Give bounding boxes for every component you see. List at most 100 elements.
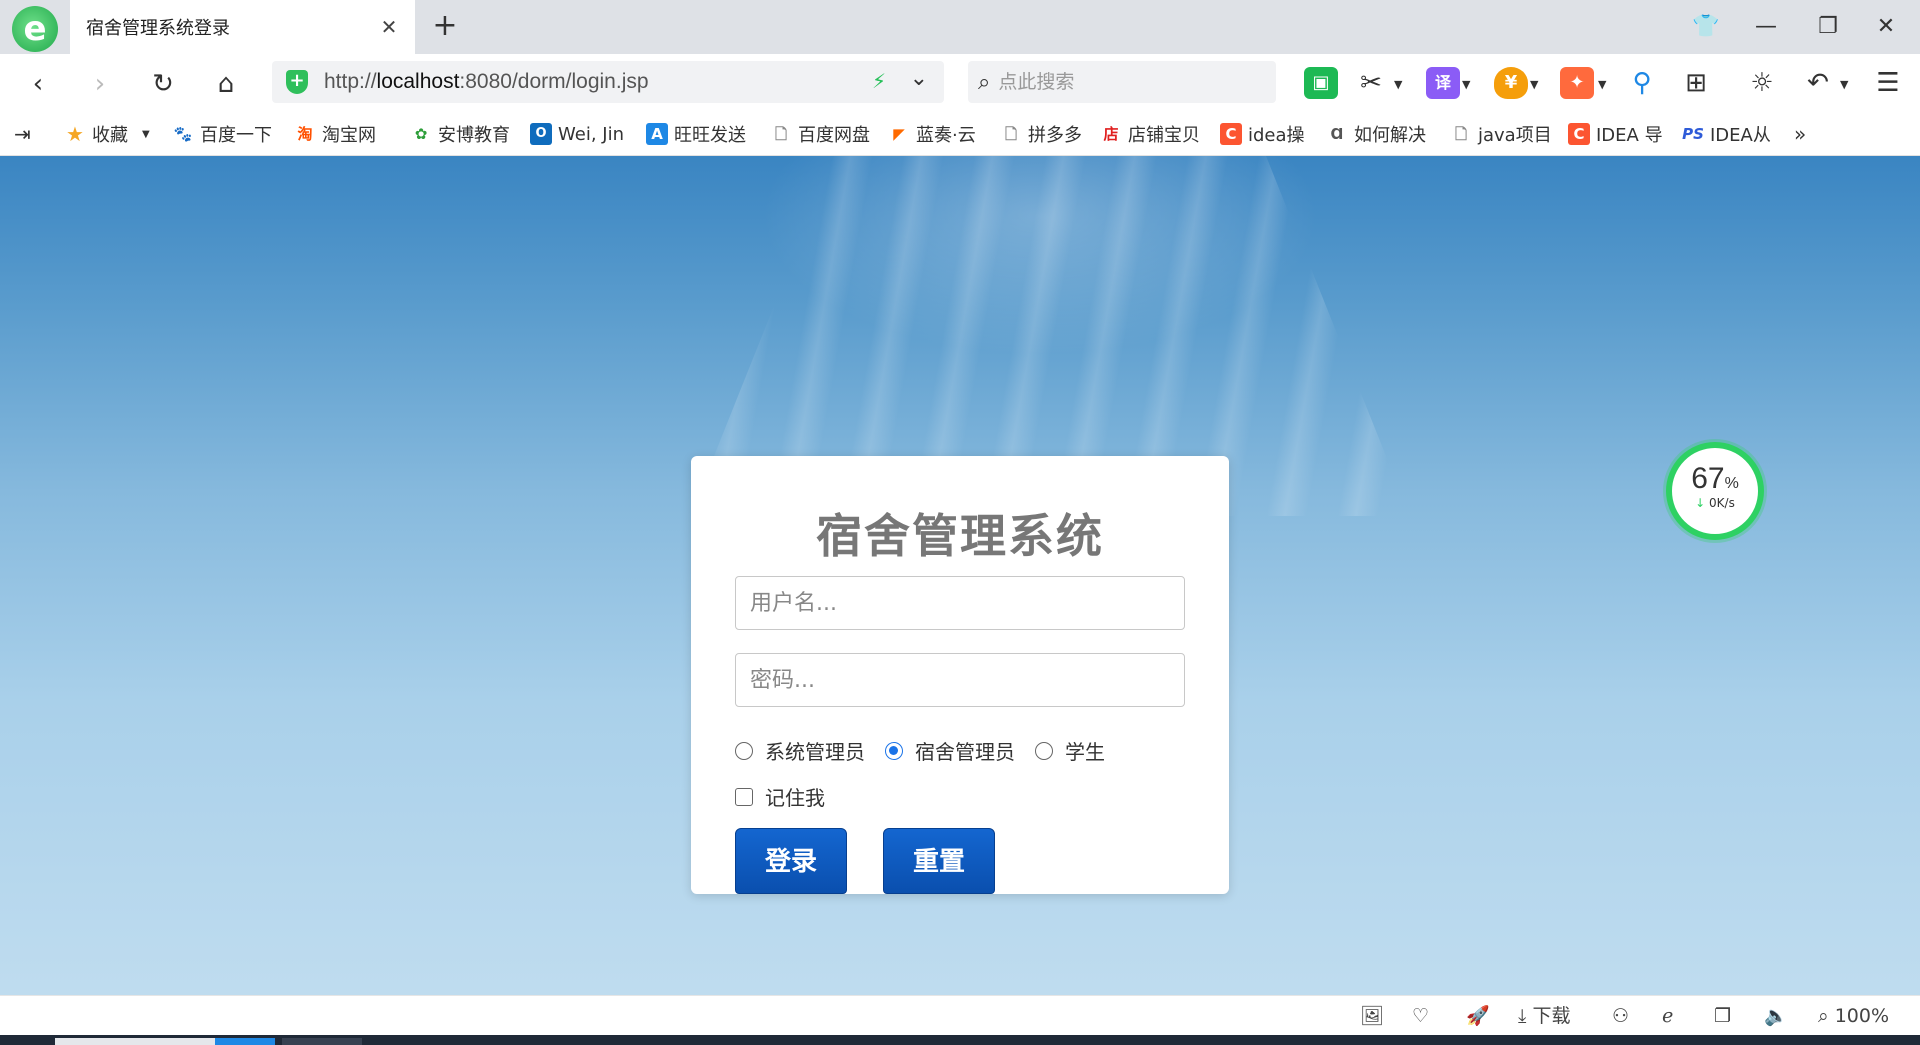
chevron-down-icon[interactable]: ▼: [1462, 78, 1472, 91]
bookmark-lanzou[interactable]: ◤ 蓝奏·云: [888, 121, 978, 147]
role-student[interactable]: 学生: [1035, 736, 1105, 765]
bookmark-label: 如何解决: [1354, 125, 1426, 146]
rocket-icon[interactable]: 🚀: [1466, 1004, 1490, 1028]
undo-icon[interactable]: ↶: [1800, 66, 1836, 100]
page-icon: 🗋: [1004, 125, 1018, 143]
network-speed-widget[interactable]: 67% ↓ 0K/s: [1666, 442, 1764, 540]
remember-me[interactable]: 记住我: [735, 782, 825, 811]
sidebar-toggle-icon[interactable]: ⇥: [14, 121, 31, 147]
search-person-icon: Ɑ: [1330, 125, 1344, 143]
radio-button-selected[interactable]: [885, 741, 903, 760]
forward-button[interactable]: ›: [80, 64, 120, 104]
role-system-admin[interactable]: 系统管理员: [735, 736, 865, 765]
chevron-down-icon[interactable]: ⌄: [910, 66, 928, 91]
bookmark-anbo[interactable]: ✿ 安博教育: [410, 121, 510, 147]
url-text[interactable]: http://localhost:8080/dorm/login.jsp: [324, 70, 649, 94]
reader-extension-icon[interactable]: ▣: [1304, 67, 1338, 99]
scissors-icon[interactable]: ✂: [1356, 66, 1386, 100]
chevron-down-icon[interactable]: ▼: [1530, 78, 1540, 91]
translate-extension-icon[interactable]: 译: [1426, 67, 1460, 99]
taskbar-item[interactable]: [282, 1038, 362, 1045]
lightning-icon[interactable]: ⚡: [872, 69, 886, 93]
new-tab-button[interactable]: +: [428, 10, 462, 44]
bookmark-label: 百度网盘: [798, 125, 870, 146]
gear-flower-icon: ✿: [414, 125, 428, 143]
reload-button[interactable]: ↻: [143, 64, 183, 104]
role-dorm-admin[interactable]: 宿舍管理员: [885, 736, 1015, 765]
background-glow: [760, 156, 1320, 356]
search-box[interactable]: ⌕: [968, 61, 1276, 103]
url-path: :8080/dorm/login.jsp: [459, 70, 649, 93]
remember-checkbox[interactable]: [735, 787, 753, 806]
speaker-icon[interactable]: 🔈: [1764, 1004, 1788, 1028]
bookmark-favorites[interactable]: ★ 收藏 ▼: [64, 121, 164, 147]
page-icon: 🗋: [1454, 125, 1468, 143]
coupon-extension-icon[interactable]: ¥: [1494, 67, 1528, 99]
bookmark-baidu-pan[interactable]: 🗋 百度网盘: [770, 121, 870, 147]
security-shield-icon[interactable]: +: [286, 70, 308, 94]
health-heart-icon[interactable]: ♡: [1412, 1004, 1429, 1028]
bookmark-shop[interactable]: 店 店铺宝贝: [1100, 121, 1202, 147]
reset-button[interactable]: 重置: [883, 828, 995, 894]
chevron-down-icon[interactable]: ▼: [142, 129, 150, 140]
csdn-icon: C: [1220, 123, 1242, 145]
username-input[interactable]: [735, 576, 1185, 630]
percent-value: 67: [1691, 462, 1725, 495]
chevron-down-icon[interactable]: ▼: [1840, 78, 1850, 91]
radio-button[interactable]: [735, 741, 753, 760]
baidu-paw-icon: 🐾: [173, 125, 193, 143]
tab-bar: e 宿舍管理系统登录 ✕ + 👕 — ❐ ✕: [0, 0, 1920, 54]
more-bookmarks-icon[interactable]: »: [1794, 121, 1806, 147]
magnifier-extension-icon[interactable]: ⚲: [1624, 66, 1660, 100]
game-extension-icon[interactable]: ✦: [1560, 67, 1594, 99]
browser-logo-icon[interactable]: e: [12, 6, 58, 52]
tab-active[interactable]: 宿舍管理系统登录 ✕: [70, 0, 415, 54]
remember-label: 记住我: [765, 786, 825, 810]
apps-grid-icon[interactable]: ⊞: [1678, 66, 1714, 100]
window-icon[interactable]: ❐: [1714, 1004, 1731, 1028]
bookmark-java[interactable]: 🗋 java项目: [1450, 121, 1550, 147]
search-input[interactable]: [998, 71, 1249, 93]
ps-icon: PS: [1682, 125, 1704, 143]
bookmark-idea-1[interactable]: C idea操: [1220, 121, 1306, 147]
restore-button[interactable]: ❐: [1808, 12, 1848, 42]
chevron-down-icon[interactable]: ▼: [1598, 78, 1608, 91]
bookmark-idea-2[interactable]: C IDEA 导: [1568, 121, 1662, 147]
image-icon[interactable]: 🖼: [1360, 1004, 1384, 1028]
minimize-button[interactable]: —: [1746, 12, 1786, 42]
taskbar-item[interactable]: [55, 1038, 215, 1045]
login-title: 宿舍管理系统: [816, 509, 1104, 563]
taskbar-item-active[interactable]: [215, 1038, 275, 1045]
shop-icon: 店: [1103, 125, 1119, 143]
bookmark-pinduoduo[interactable]: 🗋 拼多多: [1000, 121, 1090, 147]
login-button[interactable]: 登录: [735, 828, 847, 894]
download-label: 下载: [1532, 1005, 1571, 1027]
close-window-button[interactable]: ✕: [1866, 12, 1906, 42]
home-button[interactable]: ⌂: [206, 64, 246, 104]
skin-icon[interactable]: 👕: [1686, 12, 1726, 42]
menu-icon[interactable]: ☰: [1870, 66, 1906, 100]
zoom-control[interactable]: ⌕ 100%: [1818, 1004, 1889, 1028]
ie-mode-icon[interactable]: ℯ: [1662, 1004, 1673, 1028]
address-bar[interactable]: + http://localhost:8080/dorm/login.jsp ⚡…: [272, 61, 944, 103]
incognito-icon[interactable]: ⚇: [1612, 1004, 1629, 1028]
bookmark-label: IDEA 导: [1596, 125, 1662, 146]
download-button[interactable]: ⤓ 下载: [1518, 1004, 1570, 1028]
bookmark-idea-3[interactable]: PS IDEA从: [1682, 121, 1776, 147]
bookmark-label: java项目: [1478, 125, 1550, 146]
bookmark-howto[interactable]: Ɑ 如何解决: [1326, 121, 1428, 147]
bookmark-baidu[interactable]: 🐾 百度一下: [172, 121, 274, 147]
close-tab-icon[interactable]: ✕: [377, 15, 401, 39]
bookmark-label: Wei, Jin: [558, 123, 624, 145]
chevron-down-icon[interactable]: ▼: [1394, 78, 1404, 91]
back-button[interactable]: ‹: [18, 64, 58, 104]
bookmark-taobao[interactable]: 淘 淘宝网: [294, 121, 386, 147]
bookmark-outlook[interactable]: O Wei, Jin: [530, 121, 626, 147]
star-icon: ★: [66, 122, 84, 146]
bookmark-wangwang[interactable]: A 旺旺发送: [646, 121, 748, 147]
search-icon: ⌕: [978, 69, 991, 95]
url-host: localhost: [376, 70, 460, 93]
password-input[interactable]: [735, 653, 1185, 707]
radio-button[interactable]: [1035, 741, 1053, 760]
brightness-icon[interactable]: ☼: [1744, 66, 1780, 100]
